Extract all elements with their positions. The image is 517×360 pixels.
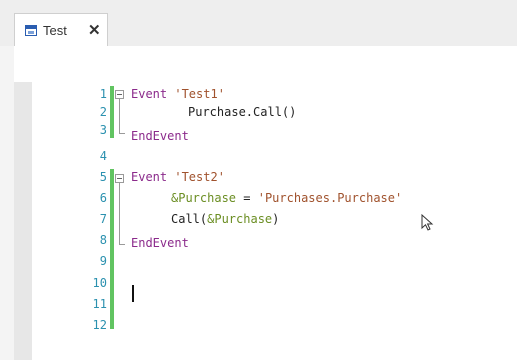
code-line: EndEvent: [131, 127, 189, 145]
operator: =: [236, 191, 258, 205]
fold-collapse-icon[interactable]: [115, 90, 124, 99]
change-indicator: [110, 86, 114, 138]
line-number: 2: [99, 105, 107, 119]
code-line: &Purchase = 'Purchases.Purchase': [171, 189, 402, 207]
line-number: 1: [99, 87, 107, 101]
line-number: 4: [99, 149, 107, 163]
variable: &Purchase: [171, 191, 237, 205]
line-number: 5: [99, 170, 107, 184]
function-call: Call(: [171, 212, 208, 226]
code-line: Purchase.Call(): [188, 103, 296, 121]
line-number: 10: [92, 276, 107, 290]
fold-guide-end: [119, 133, 125, 134]
line-number: 8: [99, 233, 107, 247]
string-literal: 'Test1': [174, 87, 225, 101]
editor-margin: [14, 82, 32, 360]
tab-test[interactable]: Test ✕: [14, 13, 108, 46]
line-number: 11: [92, 297, 107, 311]
code-line: Event 'Test2': [131, 168, 225, 186]
close-icon[interactable]: ✕: [88, 21, 101, 39]
keyword: Event: [131, 170, 175, 184]
line-number: 12: [92, 318, 107, 332]
editor-toolbar-area: [14, 46, 517, 82]
mouse-pointer-icon: [421, 214, 434, 231]
variable: &Purchase: [207, 212, 273, 226]
tab-bar: Test ✕: [0, 0, 517, 46]
text-caret: [132, 285, 134, 302]
line-number: 3: [99, 123, 107, 137]
code-line: Event 'Test1': [131, 85, 225, 103]
line-number: 6: [99, 191, 107, 205]
fold-collapse-icon[interactable]: [115, 174, 124, 183]
fold-guide: [119, 99, 120, 133]
keyword: EndEvent: [131, 236, 189, 250]
code-line: Call(&Purchase): [171, 210, 279, 228]
document-icon: [25, 25, 37, 36]
string-literal: 'Purchases.Purchase': [257, 191, 403, 205]
fold-guide-end: [119, 244, 125, 245]
line-number: 9: [99, 254, 107, 268]
tab-title: Test: [43, 23, 67, 38]
change-indicator: [110, 169, 114, 329]
keyword: Event: [131, 87, 175, 101]
code-editor[interactable]: 1 2 3 4 5 6 7 8 9 10 11 12 Event 'Test1'…: [14, 82, 517, 360]
statement: Purchase.Call(): [188, 105, 297, 119]
string-literal: 'Test2': [174, 170, 225, 184]
keyword: EndEvent: [131, 129, 189, 143]
paren: ): [272, 212, 280, 226]
line-number: 7: [99, 212, 107, 226]
code-line: EndEvent: [131, 234, 189, 252]
fold-guide: [119, 183, 120, 244]
